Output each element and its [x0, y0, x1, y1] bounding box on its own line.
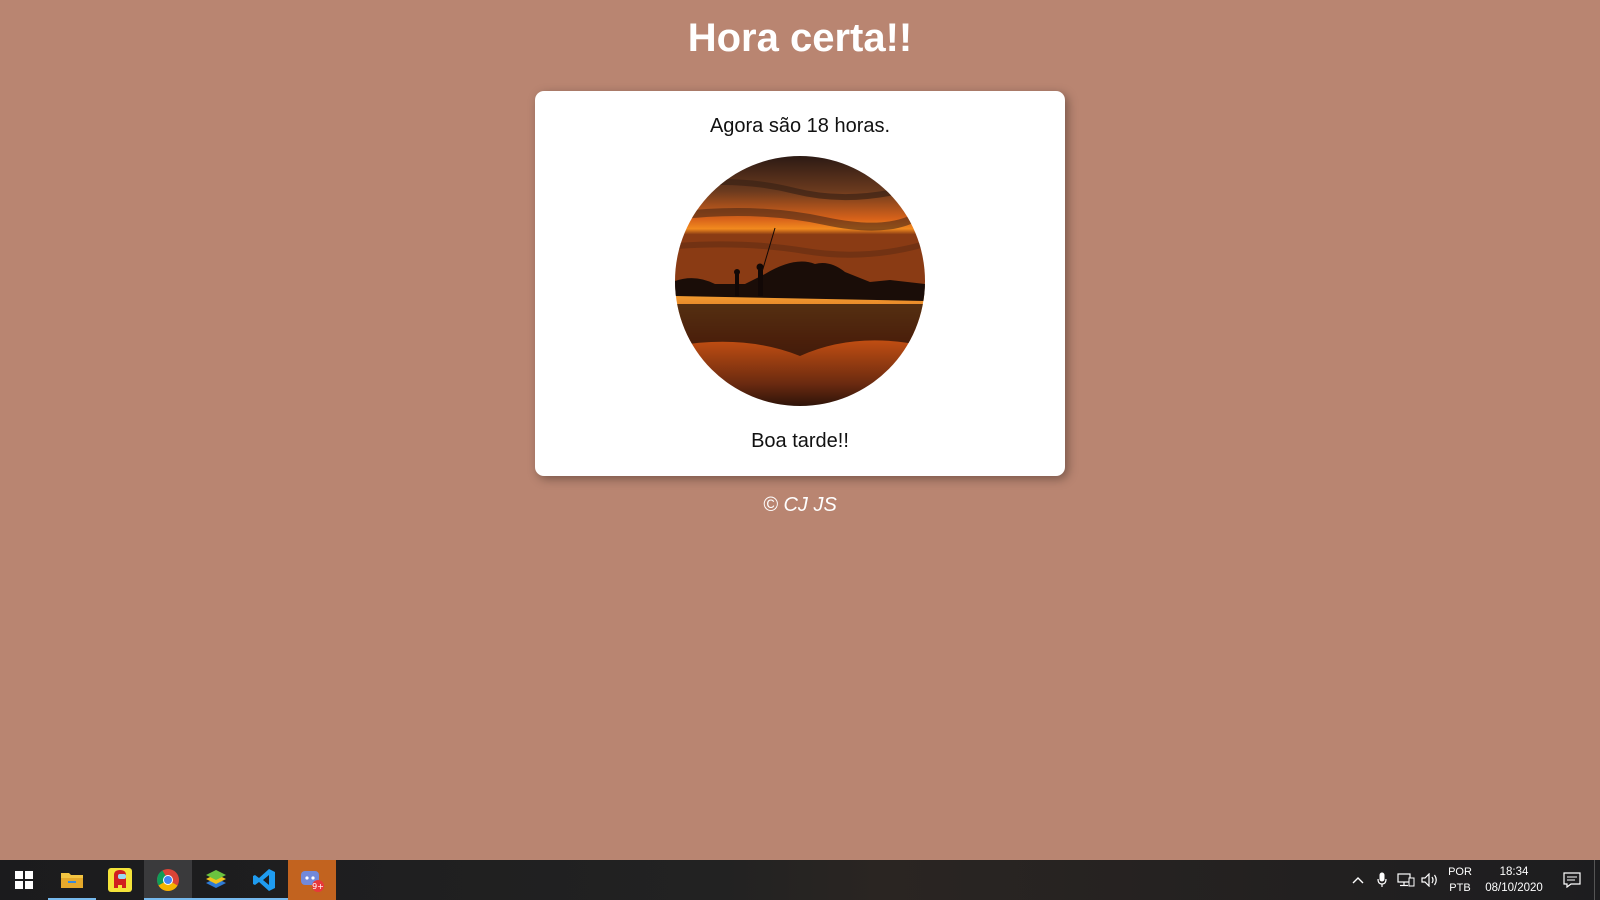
show-desktop-button[interactable]: [1594, 860, 1600, 900]
clock-time: 18:34: [1499, 866, 1529, 878]
chrome-icon[interactable]: [144, 860, 192, 900]
discord-badge: 9+: [312, 882, 324, 891]
taskbar: 9+ POR PTB 18:34 08/10/2020: [0, 860, 1600, 900]
notification-center-icon[interactable]: [1550, 860, 1594, 900]
language-indicator[interactable]: POR PTB: [1442, 864, 1478, 896]
sunset-photo: [675, 156, 925, 406]
bluestacks-icon[interactable]: [192, 860, 240, 900]
file-explorer-icon[interactable]: [48, 860, 96, 900]
language-line2: PTB: [1449, 882, 1471, 894]
time-message: Agora são 18 horas.: [709, 115, 891, 137]
windows-start-icon[interactable]: [0, 860, 48, 900]
clock-date: 08/10/2020: [1485, 882, 1543, 894]
system-tray: POR PTB 18:34 08/10/2020: [1346, 860, 1600, 900]
footer-credit: © CJ JS: [763, 494, 837, 516]
chevron-up-icon[interactable]: [1346, 860, 1370, 900]
time-card: Agora são 18 horas. Boa tarde!!: [535, 91, 1065, 476]
language-line1: POR: [1448, 866, 1472, 878]
vscode-icon[interactable]: [240, 860, 288, 900]
discord-icon[interactable]: 9+: [288, 860, 336, 900]
network-icon[interactable]: [1394, 860, 1418, 900]
microphone-icon[interactable]: [1370, 860, 1394, 900]
volume-icon[interactable]: [1418, 860, 1442, 900]
clock[interactable]: 18:34 08/10/2020: [1478, 864, 1550, 896]
greeting-message: Boa tarde!!: [751, 430, 849, 452]
among-us-icon[interactable]: [96, 860, 144, 900]
page-title: Hora certa!!: [687, 16, 913, 60]
